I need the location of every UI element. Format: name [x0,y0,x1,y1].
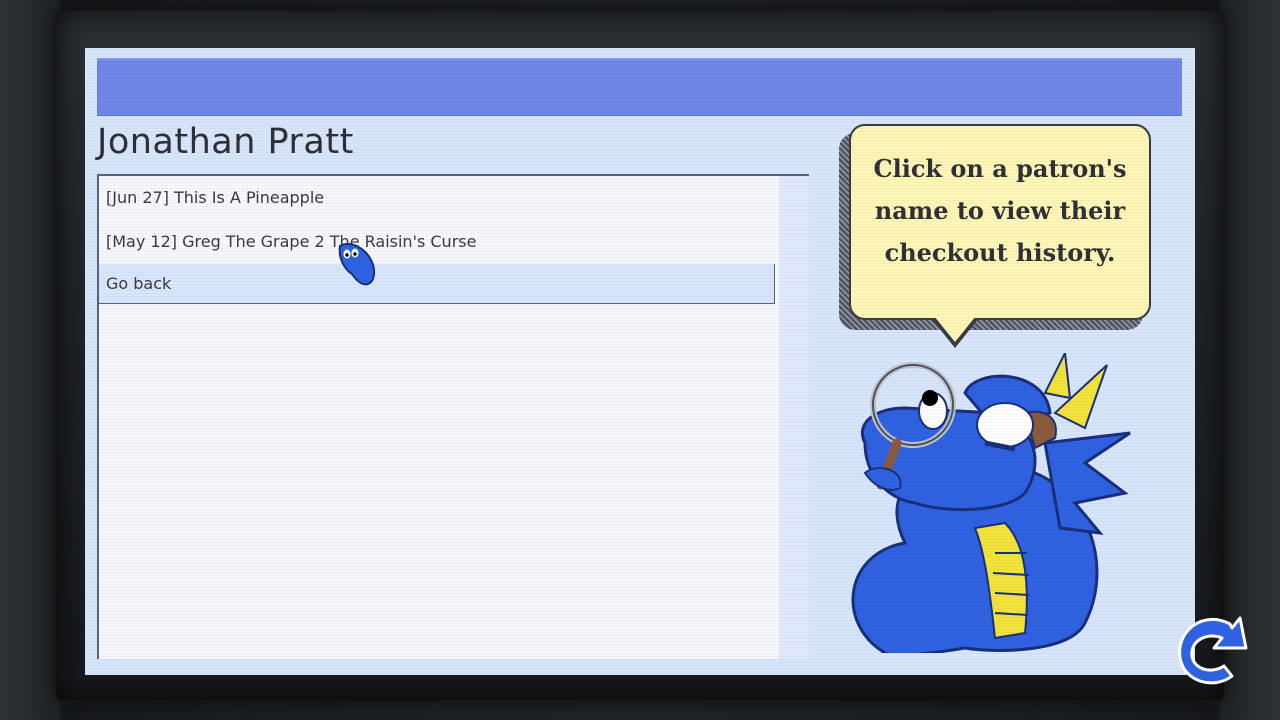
monitor-bezel-left [0,0,60,720]
speech-bubble-tail-fill [934,316,976,342]
list-scroll-strip [779,174,809,659]
help-text: Click on a patron's name to view their c… [863,148,1137,274]
patron-name-heading: Jonathan Pratt [97,122,354,162]
blue-fish-cursor-icon [338,243,376,286]
monitor-bezel-right [1220,0,1280,720]
curved-back-arrow-icon[interactable] [1174,614,1252,692]
title-bar [97,58,1182,116]
game-scene: Jonathan Pratt [Jun 27] This Is A Pineap… [0,0,1280,720]
library-computer-screen: Jonathan Pratt [Jun 27] This Is A Pineap… [85,48,1195,675]
history-item-2[interactable]: [May 12] Greg The Grape 2 The Raisin's C… [99,222,775,262]
help-text-line-2: name to view their [874,196,1126,225]
help-text-line-1: Click on a patron's [873,154,1127,183]
go-back-button[interactable]: Go back [99,264,775,304]
history-item-1[interactable]: [Jun 27] This Is A Pineapple [99,178,775,218]
detective-dragon-mascot [851,353,1131,653]
help-text-line-3: checkout history. [884,238,1116,267]
